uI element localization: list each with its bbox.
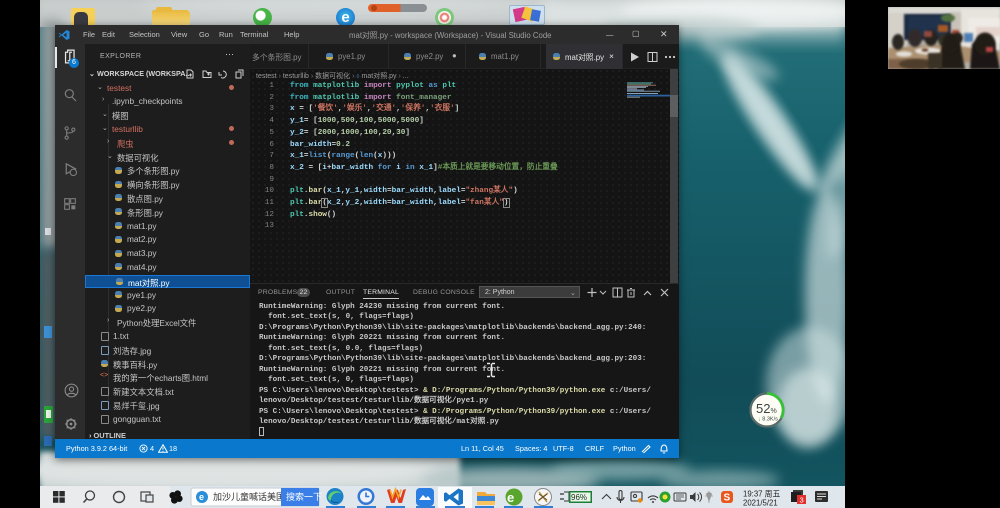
svg-text:19:37 周五: 19:37 周五 — [743, 490, 780, 499]
svg-text:e: e — [507, 490, 514, 505]
svg-text:↓ 8.3K/s: ↓ 8.3K/s — [758, 417, 778, 423]
svg-text:3: 3 — [800, 496, 804, 505]
svg-text:2021/5/21: 2021/5/21 — [743, 499, 778, 508]
svg-text:96%: 96% — [571, 493, 587, 502]
svg-text:S: S — [724, 493, 731, 504]
svg-text:加沙儿童喊话美国: 加沙儿童喊话美国 — [213, 491, 285, 502]
svg-text:e: e — [199, 492, 204, 502]
svg-text:搜索一下: 搜索一下 — [286, 491, 322, 502]
